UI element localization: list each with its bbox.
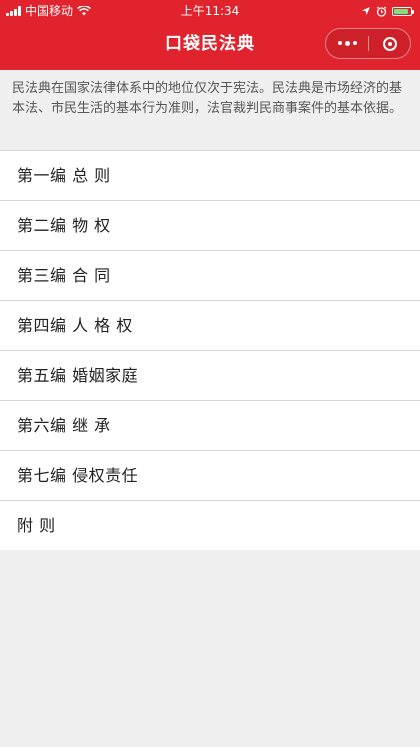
section-item-6[interactable]: 第六编 继 承 [0,401,420,451]
title-bar: 口袋民法典 [0,24,420,64]
section-item-2[interactable]: 第二编 物 权 [0,201,420,251]
section-item-3[interactable]: 第三编 合 同 [0,251,420,301]
alarm-icon [376,6,387,17]
status-right [361,0,414,22]
close-mini-program-icon [383,36,397,51]
more-button[interactable] [326,29,368,58]
header: 中国移动 上午11:34 口袋民法典 [0,0,420,70]
section-item-appendix[interactable]: 附 则 [0,501,420,550]
section-item-4[interactable]: 第四编 人 格 权 [0,301,420,351]
close-mini-program-button[interactable] [369,29,411,58]
battery-icon [392,6,414,16]
intro-text: 民法典在国家法律体系中的地位仅次于宪法。民法典是市场经济的基本法、市民生活的基本… [0,70,420,150]
status-time: 上午11:34 [180,4,240,18]
status-bar: 中国移动 上午11:34 [0,0,420,22]
more-icon [337,41,357,46]
section-item-7[interactable]: 第七编 侵权责任 [0,451,420,501]
section-item-5[interactable]: 第五编 婚姻家庭 [0,351,420,401]
location-icon [362,7,370,15]
section-list: 第一编 总 则 第二编 物 权 第三编 合 同 第四编 人 格 权 第五编 婚姻… [0,150,420,550]
section-item-1[interactable]: 第一编 总 则 [0,151,420,201]
mini-program-capsule [325,28,411,59]
